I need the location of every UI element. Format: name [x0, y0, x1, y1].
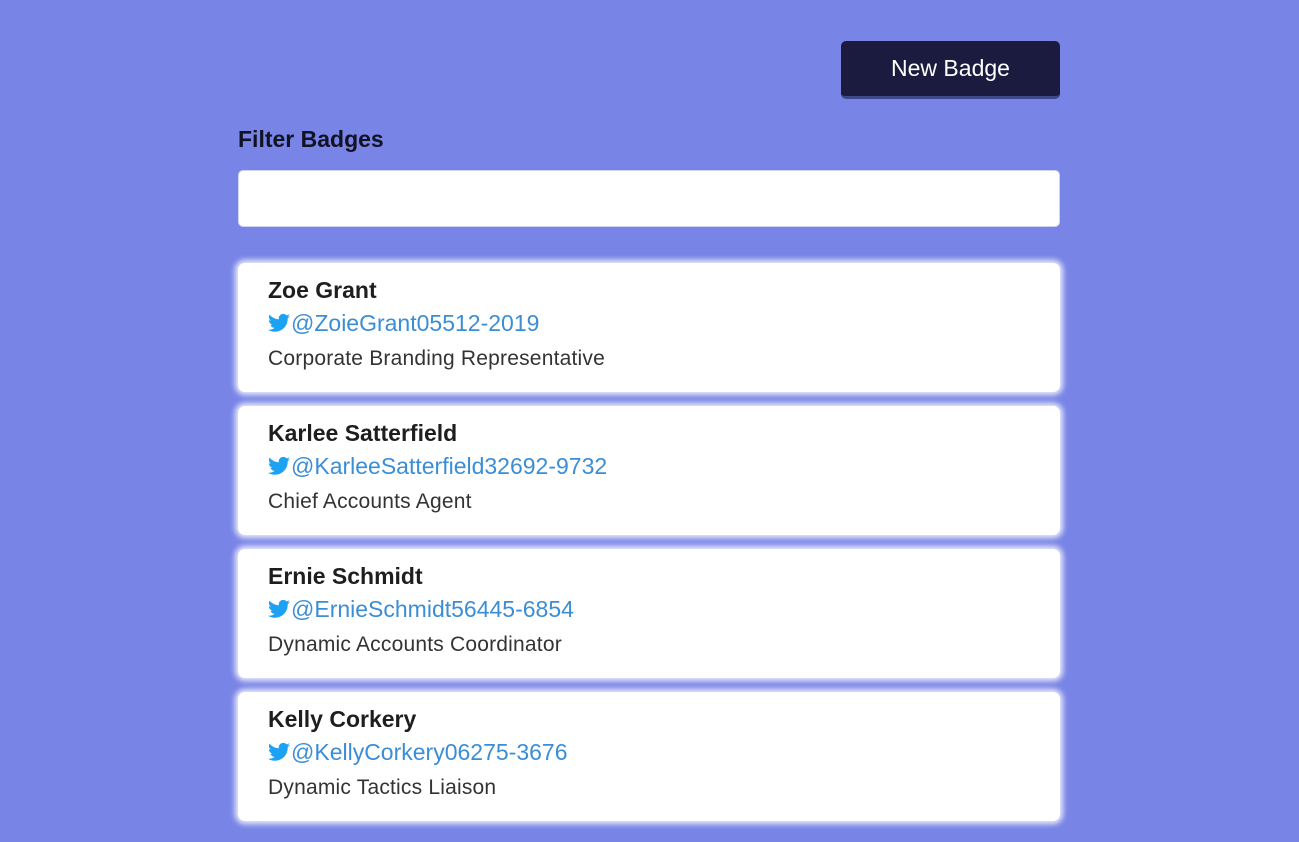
- badge-list-item[interactable]: Kelly Corkery @KellyCorkery06275-3676 Dy…: [238, 692, 1060, 821]
- badge-job-title: Dynamic Accounts Coordinator: [268, 633, 562, 656]
- badge-name: Zoe Grant: [268, 277, 377, 303]
- twitter-handle: @KarleeSatterfield32692-9732: [291, 453, 608, 479]
- twitter-handle: @ZoieGrant05512-2019: [291, 310, 540, 336]
- twitter-icon: [268, 742, 290, 761]
- badge-list-item[interactable]: Karlee Satterfield @KarleeSatterfield326…: [238, 406, 1060, 535]
- filter-label: Filter Badges: [238, 126, 384, 152]
- badge-twitter-link[interactable]: @ZoieGrant05512-2019: [268, 305, 1030, 341]
- badge-list: Zoe Grant @ZoieGrant05512-2019 Corporate…: [238, 263, 1060, 835]
- twitter-handle: @KellyCorkery06275-3676: [291, 739, 568, 765]
- badge-name: Kelly Corkery: [268, 706, 417, 732]
- badge-job-title: Chief Accounts Agent: [268, 490, 472, 513]
- badge-list-item[interactable]: Ernie Schmidt @ErnieSchmidt56445-6854 Dy…: [238, 549, 1060, 678]
- badge-name: Ernie Schmidt: [268, 563, 423, 589]
- twitter-icon: [268, 599, 290, 618]
- badge-job-title: Dynamic Tactics Liaison: [268, 776, 497, 799]
- badge-job-title: Corporate Branding Representative: [268, 347, 605, 370]
- badge-twitter-link[interactable]: @ErnieSchmidt56445-6854: [268, 591, 1030, 627]
- badge-twitter-link[interactable]: @KarleeSatterfield32692-9732: [268, 448, 1030, 484]
- badge-twitter-link[interactable]: @KellyCorkery06275-3676: [268, 734, 1030, 770]
- badge-list-item[interactable]: Zoe Grant @ZoieGrant05512-2019 Corporate…: [238, 263, 1060, 392]
- new-badge-button[interactable]: New Badge: [841, 41, 1060, 99]
- twitter-icon: [268, 456, 290, 475]
- twitter-icon: [268, 313, 290, 332]
- filter-input[interactable]: [238, 170, 1060, 227]
- badge-name: Karlee Satterfield: [268, 420, 458, 446]
- twitter-handle: @ErnieSchmidt56445-6854: [291, 596, 574, 622]
